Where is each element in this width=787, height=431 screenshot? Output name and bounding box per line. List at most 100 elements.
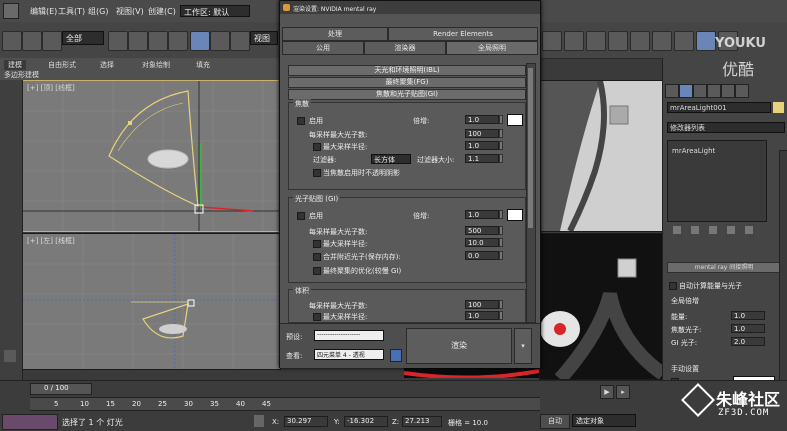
bind-icon[interactable] [42, 31, 62, 51]
gi-enable-checkbox[interactable] [297, 212, 305, 220]
ribbon-tab-selection[interactable]: 选择 [100, 60, 114, 70]
z-coord-field[interactable]: 27.213 [402, 416, 442, 427]
scale-icon[interactable] [230, 31, 250, 51]
tab-processing[interactable]: 处理 [282, 27, 388, 41]
menu-tools[interactable]: 工具(T) [58, 6, 85, 17]
move-icon[interactable] [190, 31, 210, 51]
pin-stack-icon[interactable] [673, 226, 681, 234]
maxscript-listener[interactable] [2, 414, 58, 430]
configure-sets-icon[interactable] [745, 226, 753, 234]
rollout-caustics-photon[interactable]: 焦散和光子贴图(GI) [288, 89, 526, 100]
energy-field[interactable]: 1.0 [731, 311, 765, 320]
render-frame-icon[interactable] [696, 31, 716, 51]
gi-max-photons-spinner[interactable] [499, 226, 503, 235]
window-crossing-icon[interactable] [168, 31, 188, 51]
gi-merge-field[interactable]: 0.0 [465, 251, 499, 260]
gi-fg-optimize-checkbox[interactable] [313, 267, 321, 275]
gi-multiplier-field[interactable]: 1.0 [465, 210, 499, 219]
caustics-max-photons-field[interactable]: 100 [465, 129, 499, 138]
create-tab-icon[interactable] [665, 84, 679, 98]
link-icon[interactable] [2, 31, 22, 51]
volume-max-radius-spinner[interactable] [499, 311, 503, 320]
make-unique-icon[interactable] [709, 226, 717, 234]
ribbon-tab-populate[interactable]: 填充 [196, 60, 210, 70]
app-logo-icon[interactable] [3, 3, 19, 19]
rollout-final-gather[interactable]: 最终聚集(FG) [288, 77, 526, 88]
gi-merge-checkbox[interactable] [313, 253, 321, 261]
hierarchy-tab-icon[interactable] [693, 84, 707, 98]
region-select-icon[interactable] [148, 31, 168, 51]
auto-calc-checkbox[interactable] [669, 282, 677, 290]
rollout-skylight-ibl[interactable]: 天光和环境照明(IBL) [288, 65, 526, 76]
tab-renderer[interactable]: 渲染器 [364, 41, 446, 55]
view-dropdown[interactable]: 四元菜单 4 - 透视 [314, 349, 384, 360]
caustic-photons-field[interactable]: 1.0 [731, 324, 765, 333]
dialog-scrollbar[interactable] [526, 63, 536, 323]
gi-photons-field[interactable]: 2.0 [731, 337, 765, 346]
caustics-filter-dropdown[interactable]: 长方体 [371, 154, 411, 164]
lock-view-icon[interactable] [390, 349, 402, 362]
gi-merge-spinner[interactable] [499, 251, 503, 260]
curve-editor-icon[interactable] [630, 31, 650, 51]
gi-max-radius-checkbox[interactable] [313, 240, 321, 248]
caustics-filter-size-spinner[interactable] [499, 154, 503, 163]
volume-max-radius-field[interactable]: 1.0 [465, 311, 499, 320]
remove-modifier-icon[interactable] [727, 226, 735, 234]
ribbon-tab-freeform[interactable]: 自由形式 [48, 60, 76, 70]
display-tab-icon[interactable] [721, 84, 735, 98]
caustics-color-swatch[interactable] [507, 114, 523, 126]
viewport-perspective[interactable] [539, 233, 664, 380]
select-by-name-icon[interactable] [128, 31, 148, 51]
command-panel-scrollbar[interactable] [779, 150, 787, 392]
gi-multiplier-spinner[interactable] [499, 210, 503, 219]
preset-dropdown[interactable]: -------------------- [314, 330, 384, 341]
caustics-multiplier-spinner[interactable] [499, 115, 503, 124]
selection-mode-dropdown[interactable]: 选定对象 [572, 414, 636, 427]
viewport-arrow-icon[interactable] [4, 350, 16, 362]
caustics-max-radius-checkbox[interactable] [313, 143, 321, 151]
track-bar[interactable]: 5 10 15 20 25 30 35 40 45 [30, 397, 540, 411]
play-icon[interactable]: ▶ [600, 385, 614, 399]
modify-tab-icon[interactable] [679, 84, 693, 98]
caustics-multiplier-field[interactable]: 1.0 [465, 115, 499, 124]
tab-render-elements[interactable]: Render Elements [388, 27, 538, 41]
caustics-max-photons-spinner[interactable] [499, 129, 503, 138]
selection-lock-icon[interactable] [254, 415, 264, 427]
motion-tab-icon[interactable] [707, 84, 721, 98]
menu-view[interactable]: 视图(V) [116, 6, 144, 17]
utilities-tab-icon[interactable] [735, 84, 749, 98]
render-options-arrow-icon[interactable]: ▾ [514, 328, 532, 364]
caustics-filter-size-field[interactable]: 1.1 [465, 154, 499, 163]
viewport-top[interactable]: [+] [顶] [线框] [22, 80, 281, 232]
gi-max-photons-field[interactable]: 500 [465, 226, 499, 235]
gi-color-swatch[interactable] [507, 209, 523, 221]
align-icon[interactable] [586, 31, 606, 51]
viewport-front[interactable] [539, 80, 664, 232]
dialog-titlebar[interactable]: 渲染设置: NVIDIA mental ray [280, 1, 540, 14]
menu-create[interactable]: 创建(C) [148, 6, 176, 17]
selection-filter-dropdown[interactable]: 全部 [62, 31, 104, 45]
material-editor-icon[interactable] [652, 31, 672, 51]
tab-common[interactable]: 公用 [282, 41, 364, 55]
show-end-result-icon[interactable] [691, 226, 699, 234]
caustics-max-radius-spinner[interactable] [499, 141, 503, 150]
object-color-swatch[interactable] [773, 102, 784, 113]
named-selection-icon[interactable] [542, 31, 562, 51]
caustics-opaque-shadow-checkbox[interactable] [313, 169, 321, 177]
menu-edit[interactable]: 编辑(E) [30, 6, 57, 17]
ribbon-tab-object-paint[interactable]: 对象绘制 [142, 60, 170, 70]
modifier-list-dropdown[interactable]: 修改器列表 [667, 122, 785, 133]
object-name-field[interactable]: mrAreaLight001 [667, 102, 771, 113]
mr-indirect-rollout[interactable]: mental ray 间接照明 [667, 262, 781, 273]
x-coord-field[interactable]: 30.297 [284, 416, 328, 427]
rotate-icon[interactable] [210, 31, 230, 51]
volume-max-photons-field[interactable]: 100 [465, 300, 499, 309]
next-frame-icon[interactable]: ▸ [616, 385, 630, 399]
ribbon-tab-modeling[interactable]: 建模 [4, 60, 26, 70]
select-icon[interactable] [108, 31, 128, 51]
gi-max-radius-field[interactable]: 10.0 [465, 238, 499, 247]
dialog-scrollbar-thumb[interactable] [528, 68, 533, 228]
caustics-enable-checkbox[interactable] [297, 117, 305, 125]
menu-group[interactable]: 组(G) [88, 6, 108, 17]
render-setup-icon[interactable] [674, 31, 694, 51]
